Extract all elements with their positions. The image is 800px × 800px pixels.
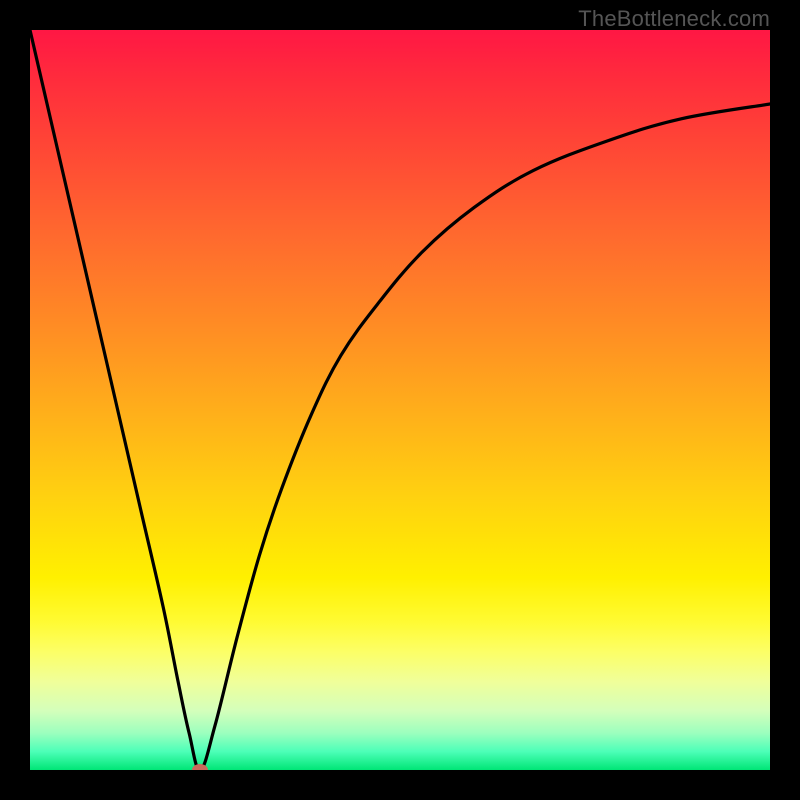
chart-container: TheBottleneck.com <box>0 0 800 800</box>
curve-svg <box>30 30 770 770</box>
bottleneck-curve <box>30 30 770 770</box>
watermark-text: TheBottleneck.com <box>578 6 770 32</box>
optimum-marker <box>192 764 208 770</box>
plot-area <box>30 30 770 770</box>
